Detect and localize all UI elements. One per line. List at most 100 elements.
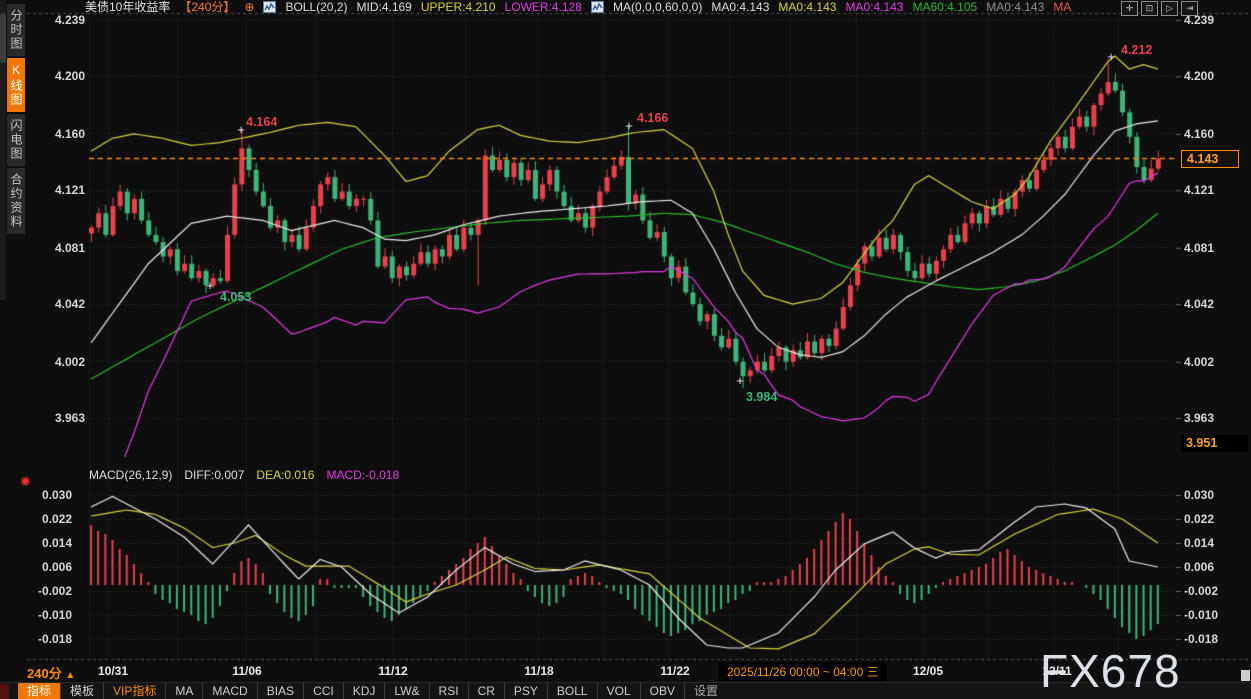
bottom-tab-psy[interactable]: PSY bbox=[504, 683, 547, 699]
price-axis-left-label: 4.160 bbox=[30, 127, 85, 141]
bottom-tab-lwx[interactable]: LW& bbox=[384, 683, 428, 699]
bottom-tab-xx[interactable]: 模板 bbox=[60, 683, 103, 699]
interval-label[interactable]: 【240分】 bbox=[179, 1, 235, 14]
macd-axis-right-label: 0.014 bbox=[1184, 536, 1214, 550]
bottom-tab-boll[interactable]: BOLL bbox=[547, 683, 597, 699]
sidebar-scrollbar[interactable] bbox=[0, 0, 6, 300]
bottom-tab-vol[interactable]: VOL bbox=[597, 683, 640, 699]
macd-axis-left-label: 0.006 bbox=[20, 560, 72, 574]
price-axis-left-label: 3.963 bbox=[30, 411, 85, 425]
indicator-chart-icon bbox=[263, 1, 276, 13]
sidebar-tab-kline[interactable]: K线图 bbox=[7, 58, 25, 112]
indicator-value: MA(0,0,0,60,0,0) bbox=[613, 1, 702, 14]
price-annotation: 4.166 bbox=[637, 111, 668, 125]
sidebar-tab-timeshare[interactable]: 分时图 bbox=[7, 4, 25, 56]
annotation-cross-icon: + bbox=[625, 118, 633, 133]
add-indicator-icon[interactable]: ⊕ bbox=[244, 1, 254, 14]
price-axis-left-label: 4.121 bbox=[30, 183, 85, 197]
x-axis-date-label: 11/12 bbox=[378, 664, 407, 678]
macd-axis-right-label: -0.002 bbox=[1184, 584, 1218, 598]
annotation-cross-icon: + bbox=[206, 278, 214, 293]
x-axis-date-label: 11/18 bbox=[524, 664, 553, 678]
x-axis-date-label: 11/06 bbox=[232, 664, 261, 678]
bar-datetime-tooltip: 2025/11/26 00:00 ~ 04:00 三 bbox=[719, 662, 887, 681]
price-axis-right-label: 4.002 bbox=[1184, 355, 1214, 369]
period-selector[interactable]: 240分 ▲ bbox=[27, 663, 75, 682]
indicator-chart-icon bbox=[591, 1, 604, 13]
price-axis-left-label: 4.239 bbox=[30, 13, 85, 27]
x-axis-date-label: 11/22 bbox=[660, 664, 689, 678]
scroll-handle[interactable] bbox=[1241, 670, 1250, 681]
indicator-value: MID:4.169 bbox=[357, 1, 412, 14]
price-annotation: 4.164 bbox=[246, 115, 277, 129]
macd-header-value: MACD:-0.018 bbox=[326, 468, 399, 482]
playback-icon[interactable]: ▷ bbox=[1161, 1, 1178, 16]
chart-app: 分时图 K线图闪电图合约资料 ✺ 美债10年收益率 【240分】 ⊕ BOLL(2… bbox=[0, 0, 1251, 699]
price-axis-right-label: 3.963 bbox=[1184, 411, 1214, 425]
bottom-tab-cci[interactable]: CCI bbox=[303, 683, 343, 699]
indicator-value: MA0:4.143 bbox=[711, 1, 769, 14]
macd-axis-left-label: 0.022 bbox=[20, 512, 72, 526]
price-annotation: 3.984 bbox=[746, 390, 777, 404]
macd-axis-right-label: -0.018 bbox=[1184, 632, 1218, 646]
chevron-up-icon: ▲ bbox=[65, 670, 75, 681]
annotation-cross-icon: + bbox=[1107, 49, 1115, 64]
price-axis-right-label: 4.042 bbox=[1184, 297, 1214, 311]
indicator-values: BOLL(20,2)MID:4.169UPPER:4.210LOWER:4.12… bbox=[263, 1, 1071, 14]
annotation-cross-icon: + bbox=[736, 373, 744, 388]
macd-header-value: MACD(26,12,9) bbox=[89, 468, 172, 482]
indicator-value: MA0:4.143 bbox=[778, 1, 836, 14]
price-axis-right-label: 4.200 bbox=[1184, 69, 1214, 83]
bottom-tab-rsi[interactable]: RSI bbox=[429, 683, 468, 699]
price-annotation: 4.053 bbox=[220, 290, 251, 304]
bottom-tab-obv[interactable]: OBV bbox=[640, 683, 684, 699]
instrument-title: 美债10年收益率 bbox=[85, 1, 170, 14]
macd-axis-right-label: 0.006 bbox=[1184, 560, 1214, 574]
corner-block bbox=[0, 684, 9, 699]
bottom-tab-xx[interactable]: 指标 bbox=[18, 683, 60, 699]
sidebar-tab-contract-info[interactable]: 合约资料 bbox=[7, 168, 25, 234]
price-axis-left-label: 4.081 bbox=[30, 241, 85, 255]
indicator-value: MA0:4.143 bbox=[845, 1, 903, 14]
chart-header: 美债10年收益率 【240分】 ⊕ BOLL(20,2) MID:4.169 UPP… bbox=[85, 0, 1071, 14]
price-axis-left-label: 4.200 bbox=[30, 69, 85, 83]
sidebar-tabs: 分时图 K线图闪电图合约资料 bbox=[7, 4, 27, 236]
price-axis-right-label: 4.081 bbox=[1184, 241, 1214, 255]
macd-axis-right-label: 0.030 bbox=[1184, 488, 1214, 502]
live-indicator-icon: ✺ bbox=[20, 474, 31, 490]
period-selector-label: 240分 bbox=[27, 666, 62, 681]
page-forward-icon[interactable]: ⇥ bbox=[1181, 1, 1198, 16]
macd-header: MACD(26,12,9) DIFF:0.007 DEA:0.016 MACD:-0.… bbox=[89, 468, 399, 482]
macd-header-value: DIFF:0.007 bbox=[184, 468, 244, 482]
macd-axis-left-label: 0.030 bbox=[20, 488, 72, 502]
indicator-value: UPPER:4.210 bbox=[421, 1, 496, 14]
x-axis-date-label: 12/05 bbox=[913, 664, 943, 678]
macd-axis-left-label: -0.002 bbox=[20, 584, 72, 598]
range-min-tag: 3.951 bbox=[1181, 435, 1248, 452]
price-axis-left-label: 4.042 bbox=[30, 297, 85, 311]
indicator-value: BOLL(20,2) bbox=[285, 1, 347, 14]
indicator-value: MA bbox=[1053, 1, 1071, 14]
sidebar: 分时图 K线图闪电图合约资料 bbox=[0, 0, 27, 699]
bottom-tab-ma[interactable]: MA bbox=[165, 683, 202, 699]
watermark: FX678 bbox=[1040, 644, 1181, 698]
bottom-tab-kdj[interactable]: KDJ bbox=[343, 683, 385, 699]
indicator-value: MA0:4.143 bbox=[986, 1, 1044, 14]
zoom-fit-icon[interactable]: ⊡ bbox=[1141, 1, 1158, 16]
bottom-tab-cr[interactable]: CR bbox=[468, 683, 504, 699]
candlestick-macd-canvas[interactable] bbox=[0, 0, 1251, 699]
macd-axis-left-label: -0.010 bbox=[20, 608, 72, 622]
bottom-tab-macd[interactable]: MACD bbox=[202, 683, 256, 699]
sidebar-scrollbar-thumb[interactable] bbox=[0, 13, 6, 63]
bottom-tab-bias[interactable]: BIAS bbox=[257, 683, 303, 699]
macd-axis-left-label: -0.018 bbox=[20, 632, 72, 646]
crosshair-icon[interactable]: ✛ bbox=[1121, 1, 1138, 16]
indicator-value: MA60:4.105 bbox=[912, 1, 977, 14]
chart-toolbar: ✛⊡▷⇥ bbox=[1121, 1, 1198, 16]
sidebar-tab-lightning[interactable]: 闪电图 bbox=[7, 114, 25, 166]
current-price-tag: 4.143 bbox=[1181, 150, 1239, 168]
price-axis-right-label: 4.121 bbox=[1184, 183, 1214, 197]
macd-header-value: DEA:0.016 bbox=[256, 468, 314, 482]
bottom-tab-vipxx[interactable]: VIP指标 bbox=[103, 683, 165, 699]
bottom-tab-xx[interactable]: 设置 bbox=[684, 683, 727, 699]
